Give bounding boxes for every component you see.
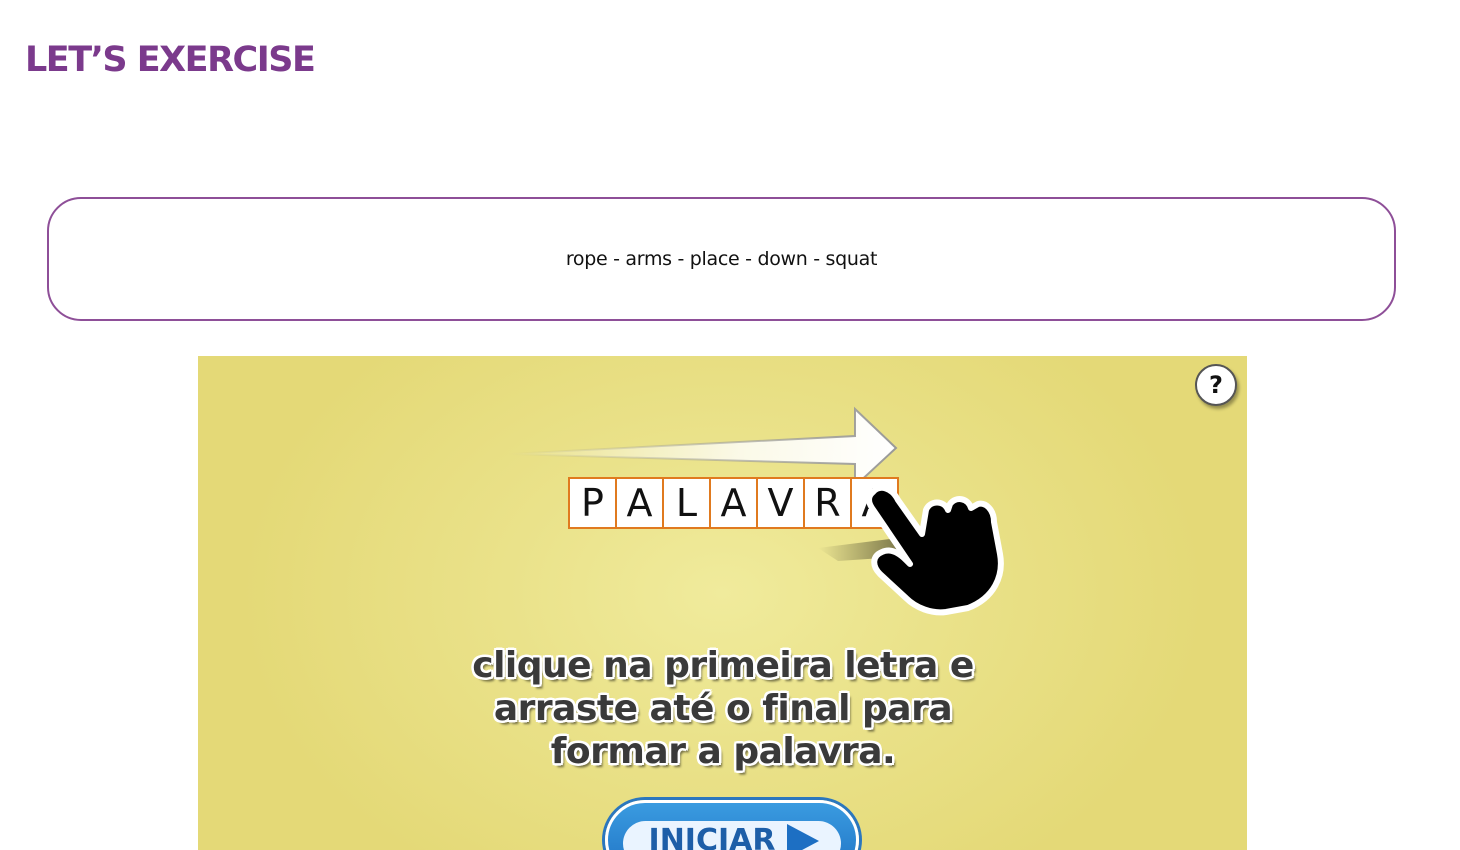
instruction-line: arraste até o final para [493,688,953,729]
demo-letter: V [756,477,805,529]
demo-letter: P [568,477,617,529]
word-game-frame[interactable]: ? P A L A V R A [198,356,1247,850]
start-button[interactable]: INICIAR [605,800,859,850]
demo-letter: L [662,477,711,529]
demo-letter: A [615,477,664,529]
word-bank-box: rope - arms - place - down - squat [47,197,1396,321]
question-mark-icon: ? [1209,371,1223,399]
instruction-line: formar a palavra. [550,731,896,772]
instruction-line: clique na primeira letra e [472,645,974,686]
help-button[interactable]: ? [1195,364,1237,406]
start-button-face: INICIAR [622,821,842,850]
instructions: clique na primeira letra e arraste até o… [428,644,1018,773]
page-title: LET’S EXERCISE [25,40,316,80]
demo-letter: A [709,477,758,529]
pointing-hand-icon [818,484,1004,616]
word-bank-text: rope - arms - place - down - squat [565,248,878,270]
start-button-label: INICIAR [648,823,776,850]
play-triangle-icon [787,823,820,850]
